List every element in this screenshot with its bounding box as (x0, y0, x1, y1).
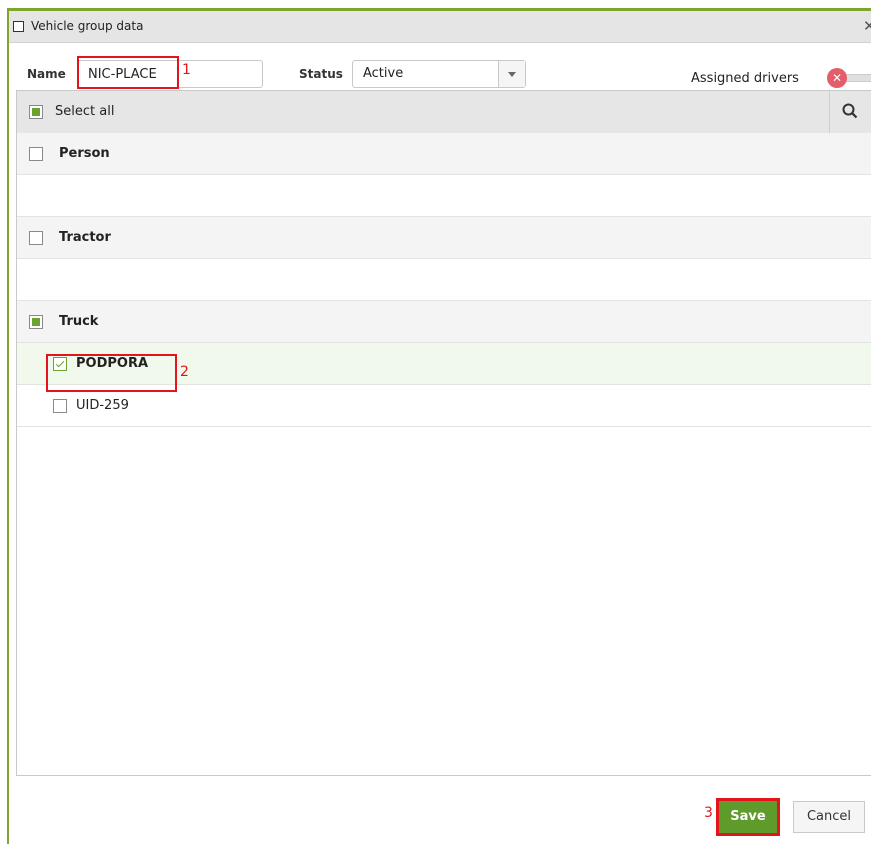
name-label: Name (27, 67, 66, 81)
dropdown-button[interactable] (498, 61, 525, 87)
search-button[interactable] (829, 91, 870, 133)
annotation-number: 1 (182, 62, 191, 78)
group-row-person[interactable]: Person (17, 133, 871, 175)
status-value: Active (363, 66, 404, 81)
group-row-tractor[interactable]: Tractor (17, 217, 871, 259)
save-button[interactable]: Save (716, 798, 780, 836)
group-items-empty (17, 259, 871, 301)
status-label: Status (299, 67, 343, 81)
assigned-drivers-toggle[interactable]: ✕ (827, 68, 871, 88)
group-label: Truck (59, 314, 99, 329)
group-row-truck[interactable]: Truck (17, 301, 871, 343)
annotation-number: 3 (704, 805, 713, 821)
chevron-down-icon (508, 72, 516, 77)
annotation-box-item (46, 354, 177, 392)
annotation-number: 2 (180, 364, 189, 380)
close-icon[interactable]: ✕ (863, 17, 871, 35)
select-all-checkbox[interactable] (29, 105, 43, 119)
list-header: Select all (17, 91, 871, 134)
group-items-empty (17, 175, 871, 217)
vehicle-list: Select all Person Tractor Truck PODPORA … (16, 90, 871, 776)
annotation-box-name (77, 56, 179, 89)
toggle-off-icon: ✕ (827, 68, 847, 88)
assigned-drivers-label: Assigned drivers (691, 71, 799, 86)
item-checkbox-uid-259[interactable] (53, 399, 67, 413)
toggle-track (843, 74, 871, 82)
group-checkbox-truck[interactable] (29, 315, 43, 329)
group-checkbox-tractor[interactable] (29, 231, 43, 245)
search-icon (842, 103, 858, 119)
status-select[interactable]: Active (352, 60, 526, 88)
group-checkbox-person[interactable] (29, 147, 43, 161)
dialog-title: Vehicle group data (31, 19, 144, 33)
dialog-titlebar: Vehicle group data ✕ (9, 11, 871, 43)
select-all-label: Select all (55, 104, 115, 119)
window-icon (13, 21, 24, 32)
item-label: UID-259 (76, 398, 129, 413)
cancel-button[interactable]: Cancel (793, 801, 865, 833)
group-label: Person (59, 146, 110, 161)
group-label: Tractor (59, 230, 111, 245)
